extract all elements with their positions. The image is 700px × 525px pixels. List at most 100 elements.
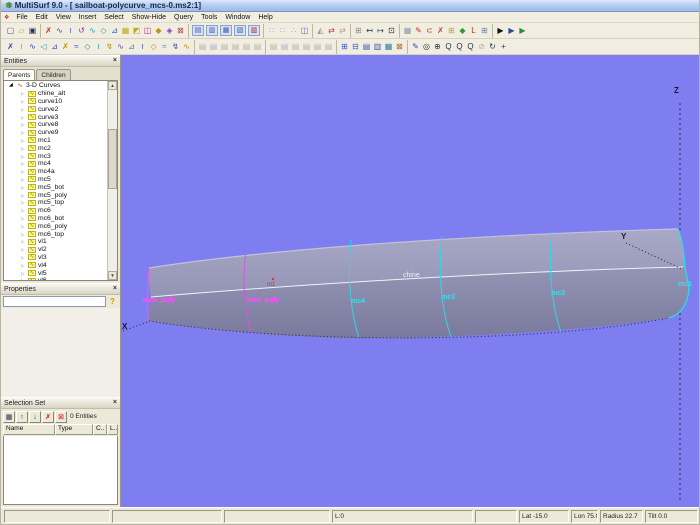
surface-tool-2-icon[interactable]: ◩ [131,24,142,37]
helix-tool-icon[interactable]: ◇ [148,40,159,53]
line-display-icon[interactable]: L [468,24,479,37]
scroll-thumb[interactable] [108,129,117,189]
clipboard-a2-icon[interactable]: ▤ [208,40,219,53]
tree-node-vl3[interactable]: ▷∿vl3 [4,254,107,262]
clipboard-a6-icon[interactable]: ▤ [252,40,263,53]
tree-node-vl1[interactable]: ▷∿vl1 [4,238,107,246]
column-header-c[interactable]: C.. [93,424,107,435]
zoom-normal-icon[interactable]: Q [465,40,476,53]
arc-tool-icon[interactable]: ↯ [104,40,115,53]
swap-arrows-icon[interactable]: ⇄ [326,24,337,37]
menu-help[interactable]: Help [254,12,276,23]
column-header-name[interactable]: Name [3,424,55,435]
foil-tool-icon[interactable]: ≀ [137,40,148,53]
menu-edit[interactable]: Edit [32,12,52,23]
mc6-poly-curve[interactable] [147,268,149,321]
tree-node-curve3[interactable]: ▷∿curve3 [4,113,107,121]
surface-tool-3-icon[interactable]: ◫ [142,24,153,37]
step-forward-icon[interactable]: ↦ [375,24,386,37]
remove-entity-button[interactable]: ✗ [42,411,54,423]
menu-tools[interactable]: Tools [197,12,221,23]
clipboard-b6-icon[interactable]: ▤ [323,40,334,53]
move-up-button[interactable]: ↑ [16,411,28,423]
frame-tool-2-icon[interactable]: ≀ [93,40,104,53]
clear-selection-button[interactable]: ⊠ [55,411,67,423]
copy-tool-5-icon[interactable]: ▦ [383,40,394,53]
select-add-cursor-icon[interactable]: ▶ [506,24,517,37]
zoom-window-icon[interactable]: ⊕ [432,40,443,53]
tab-parents[interactable]: Parents [3,69,35,80]
sub-curve-tool-icon[interactable]: ⊿ [126,40,137,53]
measure-tool-icon[interactable]: ◭ [315,24,326,37]
solid-tool-icon[interactable]: ⊠ [175,24,186,37]
grid-display-1-icon[interactable]: ∷ [266,24,277,37]
tree-node-vl2[interactable]: ▷∿vl2 [4,246,107,254]
surface-tool-1-icon[interactable]: ▦ [120,24,131,37]
point-display-icon[interactable]: ◆ [457,24,468,37]
mesh-gray-icon[interactable]: ⊞ [479,24,490,37]
locate-tool-icon[interactable]: ⊞ [353,24,364,37]
delete-entity-icon[interactable]: ✗ [43,24,54,37]
tree-node-chine-alt[interactable]: ▷∿chine_alt [4,90,107,98]
tree-node-mc5-top[interactable]: ▷∿mc5_top [4,199,107,207]
tree-node-curve8[interactable]: ▷∿curve8 [4,121,107,129]
column-header-l[interactable]: L.. [107,424,118,435]
bcurve-tool-icon[interactable]: ∿ [27,40,38,53]
view-window-4-icon[interactable]: ▧ [234,25,246,36]
grid-display-2-icon[interactable]: ∷ [277,24,288,37]
view-window-1-icon[interactable]: ▤ [192,25,204,36]
select-cursor-icon[interactable]: ▶ [495,24,506,37]
tab-children[interactable]: Children [36,69,70,80]
menu-file[interactable]: File [12,12,31,23]
open-file-icon[interactable]: ▱ [16,24,27,37]
polycurve-tool-icon[interactable]: ∿ [181,40,192,53]
scroll-down-icon[interactable]: ▼ [108,271,117,280]
rotate-view-icon[interactable]: ↻ [487,40,498,53]
surface-tool-5-icon[interactable]: ◈ [164,24,175,37]
menu-window[interactable]: Window [221,12,254,23]
tree-node-mc3[interactable]: ▷∿mc3 [4,152,107,160]
close-icon[interactable]: × [113,284,117,294]
columns-button[interactable]: ▦ [3,411,15,423]
menu-show-hide[interactable]: Show-Hide [128,12,170,23]
tree-node-vl5[interactable]: ▷∿vl5 [4,269,107,277]
tree-node-mc2[interactable]: ▷∿mc2 [4,144,107,152]
step-back-icon[interactable]: ↤ [364,24,375,37]
line-tool-icon[interactable]: ≀ [16,40,27,53]
clipboard-a1-icon[interactable]: ▤ [197,40,208,53]
clipboard-b5-icon[interactable]: ▤ [312,40,323,53]
tree-node-curve2[interactable]: ▷∿curve2 [4,105,107,113]
properties-name-field[interactable] [3,296,106,307]
tree-node-vl6[interactable]: ▷∿vl6 [4,277,107,280]
tree-node-curve10[interactable]: ▷∿curve10 [4,98,107,106]
tree-node-mc5-bot[interactable]: ▷∿mc5_bot [4,183,107,191]
magnet-tool-icon[interactable]: ≈ [71,40,82,53]
move-down-button[interactable]: ↓ [29,411,41,423]
tree-node-mc1[interactable]: ▷∿mc1 [4,137,107,145]
help-icon[interactable]: ? [107,296,118,307]
view-window-2-icon[interactable]: ▥ [206,25,218,36]
point-marker[interactable] [272,278,274,280]
tree-node-mc6[interactable]: ▷∿mc6 [4,207,107,215]
clipboard-b2-icon[interactable]: ▤ [279,40,290,53]
save-file-icon[interactable]: ▣ [27,24,38,37]
curve-tool-5-icon[interactable]: ◇ [98,24,109,37]
curve-tool-4-icon[interactable]: ∿ [87,24,98,37]
curve-tool-2-icon[interactable]: ≀ [65,24,76,37]
menu-select[interactable]: Select [100,12,127,23]
clipboard-a5-icon[interactable]: ▤ [241,40,252,53]
proj-curve-tool-icon[interactable]: ↯ [170,40,181,53]
digitize-pen-icon[interactable]: ✎ [410,40,421,53]
column-header-type[interactable]: Type [55,424,93,435]
mesh-yellow-icon[interactable]: ⊞ [446,24,457,37]
new-file-icon[interactable]: ▢ [5,24,16,37]
contour-tool-icon[interactable]: ⊂ [424,24,435,37]
clipboard-b4-icon[interactable]: ▤ [301,40,312,53]
edit-tool-icon[interactable]: ✎ [413,24,424,37]
clipboard-b1-icon[interactable]: ▤ [268,40,279,53]
menu-insert[interactable]: Insert [75,12,101,23]
3d-viewport[interactable]: Z Y X chine mc6_poly mc5_poly mc4 mc3 mc… [121,55,699,507]
tree-node-mc5-poly[interactable]: ▷∿mc5_poly [4,191,107,199]
tree-node-mc6-bot[interactable]: ▷∿mc6_bot [4,215,107,223]
clipboard-a4-icon[interactable]: ▤ [230,40,241,53]
